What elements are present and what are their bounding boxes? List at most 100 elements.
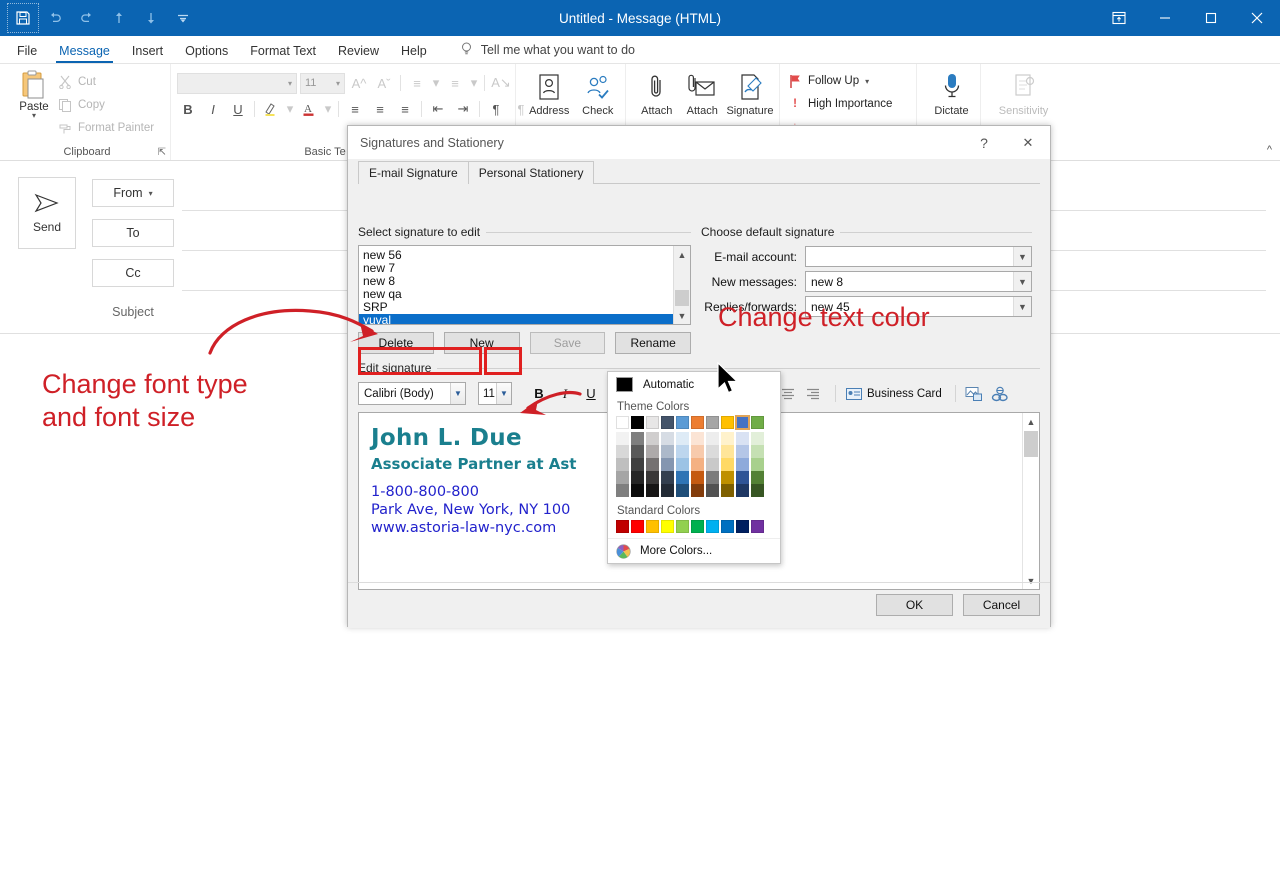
theme-color-shade-swatch[interactable] — [646, 484, 659, 497]
ribbon-tab-help[interactable]: Help — [390, 40, 438, 63]
theme-color-shade-swatch[interactable] — [706, 471, 719, 484]
font-color-icon[interactable]: A — [298, 98, 320, 120]
theme-color-swatch[interactable] — [721, 416, 734, 429]
theme-color-shade-swatch[interactable] — [616, 445, 629, 458]
cc-button[interactable]: Cc — [92, 259, 174, 287]
bold-icon[interactable]: B — [177, 98, 199, 120]
chevron-down-icon[interactable]: ▾ — [865, 77, 869, 86]
theme-color-shade-swatch[interactable] — [706, 432, 719, 445]
scrollbar-thumb[interactable] — [675, 290, 689, 306]
chevron-down-icon[interactable]: ▼ — [450, 383, 465, 404]
theme-color-shade-swatch[interactable] — [706, 484, 719, 497]
cancel-button[interactable]: Cancel — [963, 594, 1040, 616]
theme-color-column[interactable] — [706, 416, 719, 497]
theme-color-shade-swatch[interactable] — [661, 471, 674, 484]
save-button[interactable]: Save — [530, 332, 606, 354]
list-item-selected[interactable]: yuval — [359, 314, 673, 325]
ribbon-tab-format-text[interactable]: Format Text — [239, 40, 327, 63]
preview-scrollbar[interactable]: ▲ ▼ — [1022, 413, 1039, 589]
bullets-chevron-icon[interactable]: ▾ — [431, 72, 441, 94]
scroll-down-icon[interactable]: ▼ — [674, 307, 690, 324]
standard-color-swatch[interactable] — [676, 520, 689, 533]
business-card-button[interactable]: Business Card — [843, 388, 945, 400]
theme-color-swatch[interactable] — [616, 416, 629, 429]
undo-icon[interactable] — [40, 4, 70, 32]
up-arrow-icon[interactable] — [104, 4, 134, 32]
font-size-combo[interactable]: 11 ▾ — [300, 73, 345, 94]
scroll-down-icon[interactable]: ▼ — [1023, 572, 1039, 589]
theme-color-swatch[interactable] — [751, 416, 764, 429]
bullets-icon[interactable]: ≡ — [406, 72, 428, 94]
signature-listbox[interactable]: new 56 new 7 new 8 new qa SRP yuval ▲ ▼ — [358, 245, 691, 325]
underline-icon[interactable]: U — [227, 98, 249, 120]
theme-color-shade-swatch[interactable] — [721, 471, 734, 484]
text-highlight-icon[interactable] — [260, 98, 282, 120]
theme-color-swatch[interactable] — [736, 416, 749, 429]
list-item[interactable]: new 7 — [359, 262, 690, 275]
theme-color-shade-swatch[interactable] — [736, 484, 749, 497]
high-importance-button[interactable]: ! High Importance — [788, 93, 892, 115]
chevron-down-icon[interactable]: ▼ — [1013, 297, 1031, 316]
from-button[interactable]: From ▾ — [92, 179, 174, 207]
font-color-chevron-icon[interactable]: ▾ — [323, 98, 333, 120]
italic-icon[interactable]: I — [202, 98, 224, 120]
copy-button[interactable]: Copy — [58, 95, 154, 115]
standard-color-swatch[interactable] — [691, 520, 704, 533]
standard-color-swatch[interactable] — [751, 520, 764, 533]
dictate-button[interactable]: Dictate — [929, 66, 974, 118]
close-icon[interactable] — [1234, 0, 1280, 36]
numbering-icon[interactable]: ≡ — [444, 72, 466, 94]
theme-color-shade-swatch[interactable] — [661, 458, 674, 471]
theme-color-shade-swatch[interactable] — [751, 484, 764, 497]
standard-color-swatch[interactable] — [721, 520, 734, 533]
ribbon-tab-message[interactable]: Message — [48, 40, 121, 63]
theme-color-shade-swatch[interactable] — [736, 432, 749, 445]
minimize-icon[interactable] — [1142, 0, 1188, 36]
standard-color-swatch[interactable] — [706, 520, 719, 533]
theme-color-shade-swatch[interactable] — [646, 471, 659, 484]
theme-color-shade-swatch[interactable] — [631, 471, 644, 484]
highlight-chevron-icon[interactable]: ▾ — [285, 98, 295, 120]
theme-color-shade-swatch[interactable] — [676, 432, 689, 445]
numbering-chevron-icon[interactable]: ▾ — [469, 72, 479, 94]
check-names-button[interactable]: Check — [577, 66, 620, 118]
down-arrow-icon[interactable] — [136, 4, 166, 32]
theme-color-shade-swatch[interactable] — [661, 445, 674, 458]
ltr-text-direction-icon[interactable]: ¶ — [485, 98, 507, 120]
signature-font-name-combo[interactable]: Calibri (Body) ▼ — [358, 382, 466, 405]
theme-color-shade-swatch[interactable] — [691, 458, 704, 471]
theme-color-swatch[interactable] — [676, 416, 689, 429]
theme-color-shade-swatch[interactable] — [691, 445, 704, 458]
theme-color-shade-swatch[interactable] — [646, 432, 659, 445]
theme-color-shade-swatch[interactable] — [691, 484, 704, 497]
theme-color-shade-swatch[interactable] — [736, 458, 749, 471]
shrink-font-icon[interactable]: Aˇ — [373, 72, 395, 94]
align-right-icon[interactable]: ≡ — [394, 98, 416, 120]
theme-color-shade-swatch[interactable] — [676, 484, 689, 497]
attach-file-button[interactable]: Attach — [636, 66, 678, 118]
follow-up-button[interactable]: Follow Up ▾ — [788, 70, 892, 92]
theme-color-shade-swatch[interactable] — [616, 484, 629, 497]
signature-list-scrollbar[interactable]: ▲ ▼ — [673, 246, 690, 324]
theme-color-shade-swatch[interactable] — [751, 458, 764, 471]
theme-color-shade-swatch[interactable] — [646, 458, 659, 471]
ribbon-display-options-icon[interactable] — [1096, 0, 1142, 36]
theme-color-shade-swatch[interactable] — [721, 445, 734, 458]
tab-email-signature[interactable]: E-mail Signature — [358, 161, 469, 184]
theme-color-shade-swatch[interactable] — [676, 458, 689, 471]
theme-color-shade-swatch[interactable] — [661, 484, 674, 497]
insert-picture-button[interactable] — [963, 383, 985, 405]
theme-color-shade-swatch[interactable] — [616, 432, 629, 445]
ribbon-tab-review[interactable]: Review — [327, 40, 390, 63]
standard-color-swatch[interactable] — [736, 520, 749, 533]
theme-color-shade-swatch[interactable] — [631, 458, 644, 471]
theme-color-shade-swatch[interactable] — [751, 445, 764, 458]
align-left-icon[interactable]: ≡ — [344, 98, 366, 120]
clipboard-dialog-launcher-icon[interactable]: ⇱ — [158, 147, 166, 158]
scrollbar-thumb[interactable] — [1024, 431, 1038, 457]
theme-color-column[interactable] — [736, 416, 749, 497]
standard-color-swatch[interactable] — [616, 520, 629, 533]
list-item[interactable]: new qa — [359, 288, 690, 301]
dialog-close-icon[interactable]: ✕ — [1006, 126, 1050, 159]
theme-color-column[interactable] — [676, 416, 689, 497]
